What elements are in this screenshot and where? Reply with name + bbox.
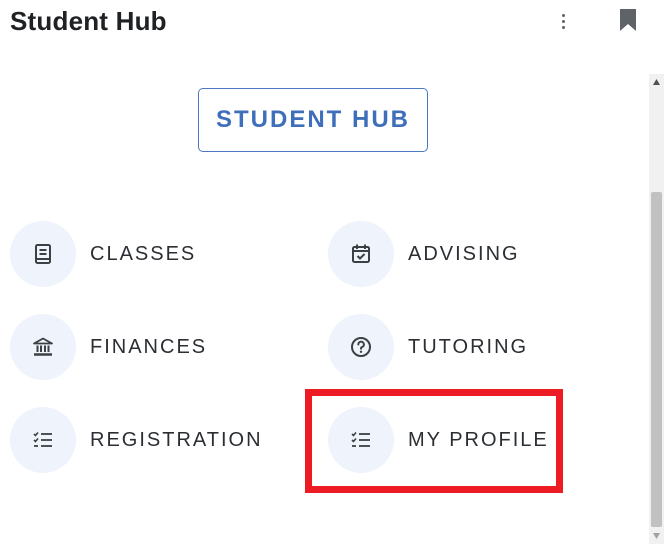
tile-tutoring[interactable]: TUTORING [328,314,528,380]
calendar-check-icon [352,244,370,263]
tile-finances[interactable]: FINANCES [10,314,207,380]
checklist-icon [351,431,370,447]
tile-label: CLASSES [90,242,197,265]
scrollbar-thumb[interactable] [651,192,662,527]
tile-icon-circle [328,221,394,287]
scroll-down-arrow-icon[interactable] [652,532,661,540]
tile-label: REGISTRATION [90,428,263,451]
tile-advising[interactable]: ADVISING [328,221,520,287]
tile-icon-circle [10,221,76,287]
more-vert-icon[interactable] [552,8,574,34]
tile-icon-circle [10,314,76,380]
bookmark-icon[interactable] [617,7,639,33]
tile-icon-circle [328,407,394,473]
scrollbar[interactable] [649,74,664,544]
tile-classes[interactable]: CLASSES [10,221,196,287]
scroll-up-arrow-icon[interactable] [652,78,661,86]
bank-icon [33,337,53,356]
tile-label: TUTORING [408,335,529,358]
tile-registration[interactable]: REGISTRATION [10,407,263,473]
tile-icon-circle [10,407,76,473]
checklist-icon [33,431,52,447]
tile-label: FINANCES [90,335,208,358]
book-icon [35,244,51,264]
tile-icon-circle [328,314,394,380]
help-circle-icon [351,337,371,357]
student-hub-button[interactable]: STUDENT HUB [198,88,428,152]
tile-label: ADVISING [408,242,520,265]
tile-my-profile[interactable]: MY PROFILE [328,407,549,473]
tile-label: MY PROFILE [408,428,549,451]
app-title: Student Hub [10,6,167,36]
